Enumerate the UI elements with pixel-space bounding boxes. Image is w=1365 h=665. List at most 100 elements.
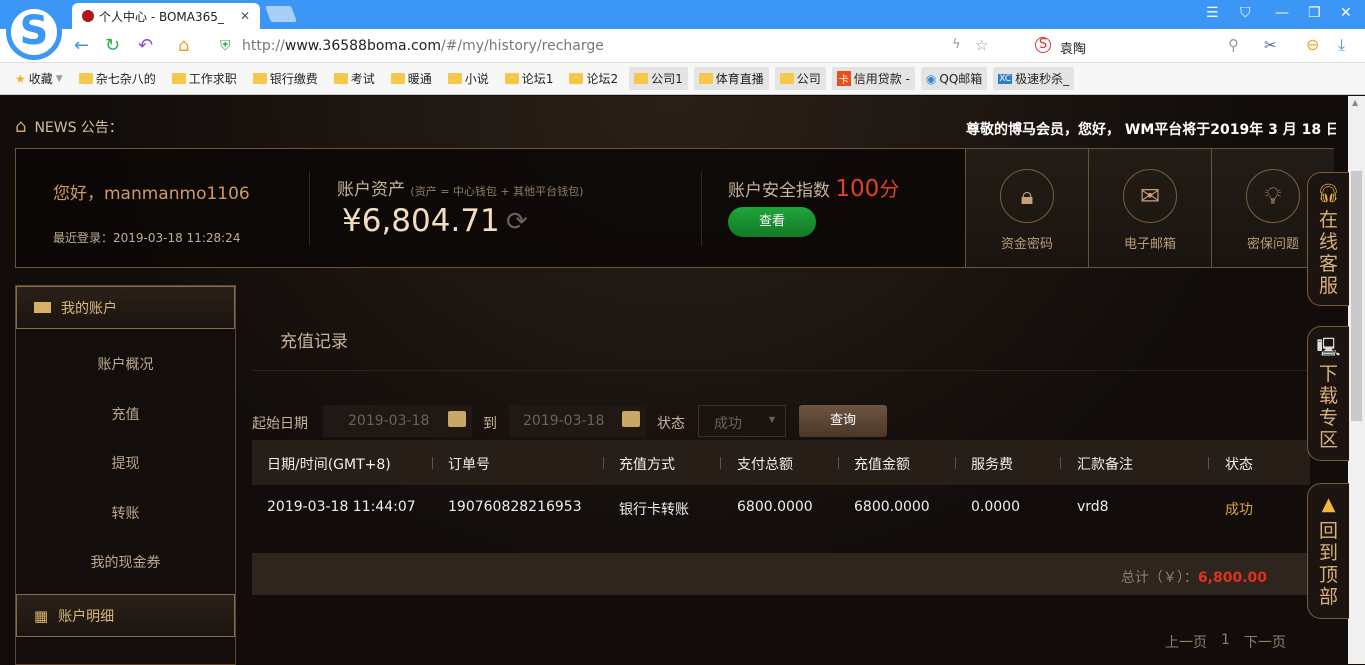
bookmark-item[interactable]: 暖通 [386,67,437,90]
url-input[interactable]: http://www.36588boma.com/#/my/history/re… [242,38,604,54]
email-shortcut[interactable]: ✉ 电子邮箱 [1088,149,1211,267]
bookmark-item[interactable]: 卡信用贷款 - [831,67,915,90]
column-header: 支付总额 [737,457,793,473]
bookmark-favorites[interactable]: ★ 收藏 ▼ [10,67,68,90]
lock-icon: 🔒︎ [1000,169,1054,223]
minimize-icon[interactable]: — [1275,5,1289,21]
prev-page-link[interactable]: 上一页 [1165,632,1207,652]
sidebar-item-withdraw[interactable]: 提现 [16,453,235,473]
scrollbar[interactable]: ▲ [1348,96,1365,664]
assets-note: (资产 = 中心钱包 + 其他平台钱包) [410,185,584,198]
online-service-button[interactable]: 🎧︎ 在线客服 [1307,172,1349,306]
end-date-input[interactable]: 2019-03-18 [509,405,646,437]
folder-icon [698,73,713,84]
total-value: 6,800.00 [1197,570,1267,586]
folder-icon [504,73,519,84]
news-label: NEWS 公告： [34,119,123,136]
maximize-icon[interactable]: ❐ [1308,5,1321,21]
lightning-icon[interactable]: ϟ [952,37,961,52]
bookmark-item[interactable]: 论坛2 [564,67,623,90]
sidebar-item-transfer[interactable]: 转账 [16,503,235,523]
start-date-input[interactable]: 2019-03-18 [323,405,472,437]
refresh-balance-icon[interactable]: ⟳ [506,207,528,237]
search-icon[interactable]: ⚲ [1228,36,1239,54]
next-page-link[interactable]: 下一页 [1244,632,1286,652]
folder-icon [569,73,584,84]
more-icon[interactable]: ⊖ [1306,35,1319,54]
star-icon: ★ [15,71,26,86]
close-tab-icon[interactable]: ✕ [240,9,250,23]
download-icon[interactable]: ⤓ [1338,35,1345,55]
sidebar-section-my-account[interactable]: 我的账户 [16,286,235,329]
bookmark-item[interactable]: 体育直播 [693,67,769,90]
devices-icon: 🖳︎ [1316,337,1341,358]
security-score: 100 [835,176,880,202]
folder-icon [390,73,405,84]
undo-icon[interactable]: ↶ [138,35,153,56]
column-header: 订单号 [448,457,490,473]
star-icon[interactable]: ☆ [975,36,988,54]
bookmark-label: 公司1 [651,72,683,86]
news-ticker[interactable]: 尊敬的博马会员，您好， WM平台将于2019年 3 月 18 日 [966,119,1336,139]
close-window-icon[interactable]: ✕ [1340,5,1352,21]
query-button[interactable]: 查询 [799,405,887,437]
bookmark-label: 考试 [350,72,375,86]
bookmark-label: 工作求职 [188,72,237,86]
calendar-icon[interactable] [448,411,466,427]
chevron-down-icon: ▼ [768,415,775,424]
shortcut-label: 资金密码 [1000,237,1053,252]
new-tab-button[interactable] [265,6,297,22]
home-icon[interactable]: ⌂ [178,35,189,56]
sidebar-item-deposit[interactable]: 充值 [16,404,235,424]
status-select[interactable]: 成功 ▼ [698,405,786,437]
scissors-icon[interactable]: ✂ [1264,36,1277,54]
news-bar: ⌂ NEWS 公告： [15,116,123,137]
browser-tab[interactable]: 个人中心 - BOMA365_ ✕ [72,3,260,29]
back-icon[interactable]: ← [74,35,89,56]
card-icon: 卡 [836,71,851,86]
download-zone-button[interactable]: 🖳︎ 下载专区 [1307,326,1349,461]
cell-total-paid: 6800.0000 [737,499,813,515]
skin-icon[interactable]: ⛉ [1240,5,1251,21]
calendar-icon[interactable] [622,411,640,427]
bookmark-item[interactable]: ◉ QQ邮箱 [920,67,988,90]
last-login: 最近登录：2019-03-18 11:28:24 [53,231,241,245]
pagination: 上一页 1 下一页 [1165,632,1286,652]
bookmark-label: 体育直播 [715,72,764,86]
menu-icon[interactable]: ☰ [1206,5,1219,21]
column-header: 充值金额 [854,457,910,473]
search-input[interactable]: 袁陶 [1060,38,1086,57]
back-to-top-button[interactable]: ▲ 回到顶部 [1307,483,1349,619]
view-security-button[interactable]: 查看 [728,207,816,237]
bookmark-item[interactable]: 银行缴费 [248,67,323,90]
table-header: 日期/时间(GMT+8) 订单号 充值方式 支付总额 充值金额 服务费 汇款备注… [252,440,1310,485]
select-value: 成功 [714,416,742,432]
bookmark-item[interactable]: 工作求职 [167,67,242,90]
cell-amount: 6800.0000 [854,499,930,515]
shortcut-label: 密保问题 [1246,237,1299,252]
bookmark-label: 公司 [796,72,821,86]
column-header: 汇款备注 [1077,457,1133,473]
bookmark-item[interactable]: 公司 [774,67,826,90]
refresh-icon[interactable]: ↻ [105,35,120,56]
bookmark-item[interactable]: 考试 [329,67,380,90]
bookmark-item[interactable]: 小说 [443,67,494,90]
news-icon: ⌂ [15,116,27,137]
search-engine-icon[interactable]: S [1035,37,1051,53]
bookmark-item[interactable]: 公司1 [629,67,688,90]
bookmark-item[interactable]: 论坛1 [500,67,559,90]
folder-icon [333,73,348,84]
page-number[interactable]: 1 [1221,632,1230,652]
folder-icon [447,73,462,84]
sidebar-section-account-details[interactable]: ▦ 账户明细 [16,594,235,637]
sidebar-item-coupons[interactable]: 我的现金券 [16,552,235,572]
fund-password-shortcut[interactable]: 🔒︎ 资金密码 [965,149,1088,267]
bookmark-item[interactable]: 杂七杂八的 [74,67,161,90]
folder-icon [634,73,649,84]
sidebar-item-overview[interactable]: 账户概况 [16,354,235,374]
cell-remark: vrd8 [1077,499,1109,515]
bookmark-item[interactable]: XC 极速秒杀_ [993,67,1075,90]
assets-label: 账户资产 [337,180,405,200]
xc-icon: XC [998,73,1013,84]
url-prefix: http:// [242,38,285,54]
